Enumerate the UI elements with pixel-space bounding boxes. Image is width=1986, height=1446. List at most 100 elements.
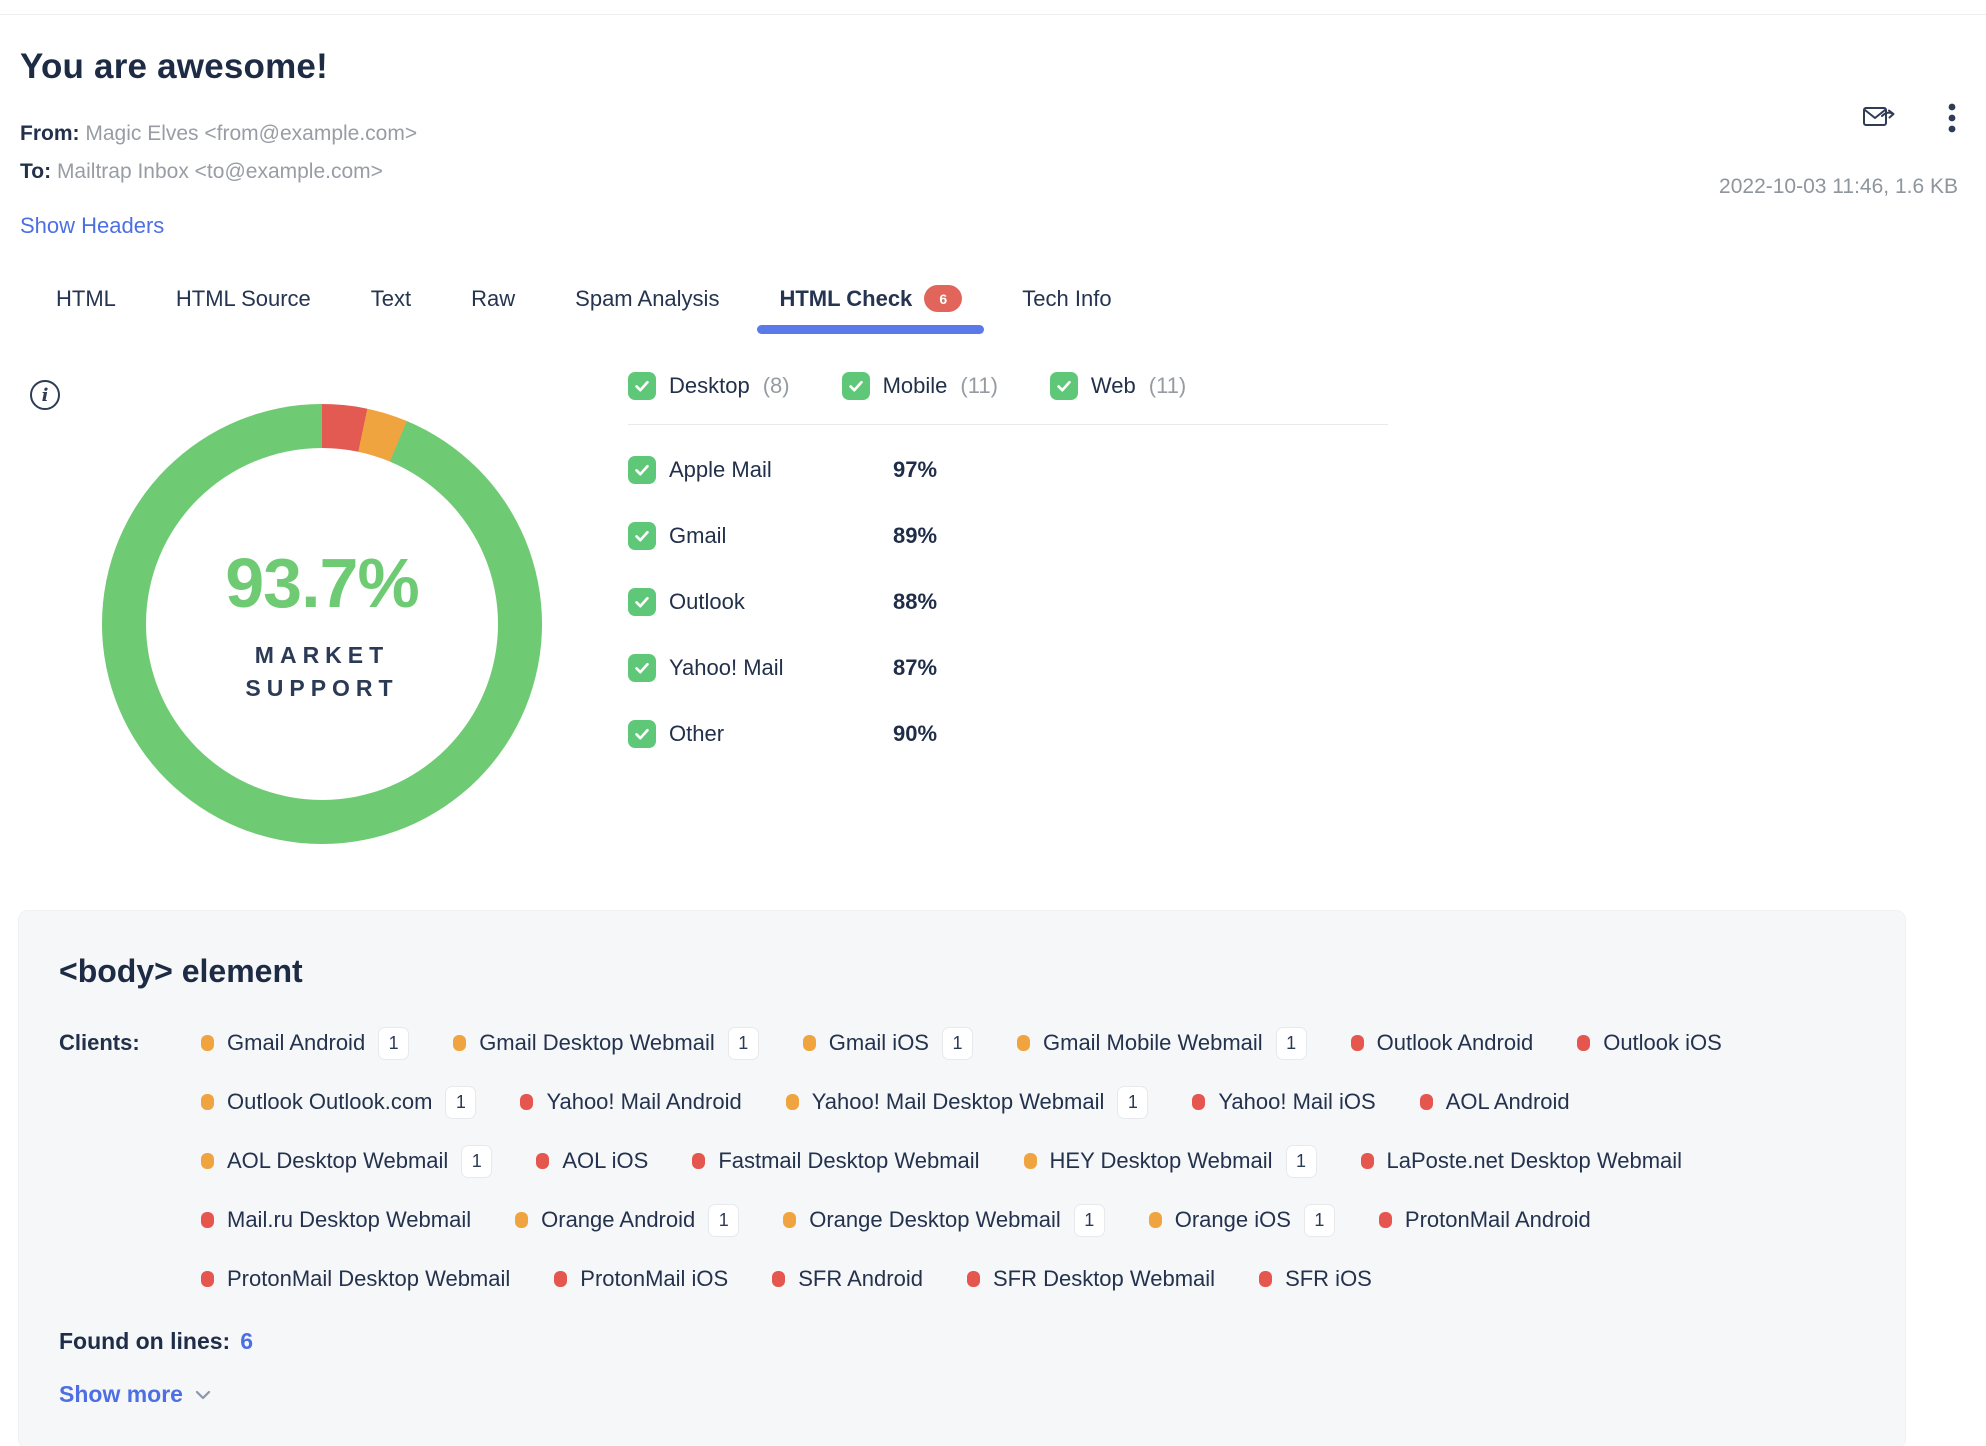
client-support-percent: 97% <box>893 457 938 482</box>
chip-client-name: Outlook Android <box>1376 1030 1534 1055</box>
checkbox-checked[interactable] <box>1049 372 1078 400</box>
chip-client-name: HEY Desktop Webmail <box>1049 1148 1273 1173</box>
market-support-caption: MARKET SUPPORT <box>245 639 398 706</box>
chip-client-name: ProtonMail iOS <box>580 1266 729 1291</box>
error-dot-icon <box>772 1271 786 1287</box>
checkbox-checked[interactable] <box>628 720 656 748</box>
info-icon[interactable]: i <box>30 380 60 410</box>
filter-label: Mobile <box>882 373 948 398</box>
client-chip-orange-android: Orange Android 1 <box>515 1203 740 1237</box>
chip-client-name: AOL Android <box>1445 1089 1570 1114</box>
client-name: Outlook <box>669 589 745 614</box>
found-on-lines: Found on lines: 6 <box>59 1328 1865 1355</box>
error-dot-icon <box>201 1212 214 1228</box>
client-chip-sfr-ios: SFR iOS <box>1259 1262 1372 1296</box>
support-client-label: Gmail <box>628 522 893 550</box>
forward-email-icon[interactable] <box>1862 104 1896 132</box>
chevron-down-icon <box>195 1390 211 1399</box>
tab-label: Spam Analysis <box>575 286 720 311</box>
issue-title: <body> element <box>59 953 303 989</box>
from-row: From: Magic Elves <from@example.com> <box>20 115 1960 153</box>
tab-html-source[interactable]: HTML Source <box>146 270 341 334</box>
show-more-button[interactable]: Show more <box>59 1381 211 1408</box>
more-options-kebab-icon[interactable] <box>1948 102 1956 134</box>
tab-spam-analysis[interactable]: Spam Analysis <box>545 270 749 334</box>
warning-dot-icon <box>515 1212 529 1228</box>
chip-issue-count: 1 <box>445 1085 477 1119</box>
email-subject: You are awesome! <box>20 47 328 86</box>
filter-label: Desktop <box>669 373 750 398</box>
checkbox-checked[interactable] <box>628 456 656 484</box>
client-chip-gmail-ios: Gmail iOS 1 <box>802 1026 973 1060</box>
warning-dot-icon <box>783 1212 797 1228</box>
client-chip-protonmail-ios: ProtonMail iOS <box>554 1262 728 1296</box>
warning-dot-icon <box>201 1094 214 1110</box>
from-label: From: <box>20 122 80 145</box>
filter-label: Web <box>1090 373 1136 398</box>
chip-client-name: ProtonMail Android <box>1404 1207 1591 1232</box>
client-chip-sfr-desktop-webmail: SFR Desktop Webmail <box>966 1262 1216 1296</box>
chip-client-name: AOL iOS <box>562 1148 649 1173</box>
error-dot-icon <box>201 1271 214 1287</box>
client-chip-yahoo-mail-ios: Yahoo! Mail iOS <box>1192 1085 1376 1119</box>
client-chip-mail-ru-desktop-webmail: Mail.ru Desktop Webmail <box>201 1203 471 1237</box>
chip-issue-count: 1 <box>1073 1203 1105 1237</box>
chip-client-name: Gmail Android <box>227 1030 366 1055</box>
filter-count: (11) <box>1148 373 1187 398</box>
chip-client-name: LaPoste.net Desktop Webmail <box>1386 1148 1683 1173</box>
to-row: To: Mailtrap Inbox <to@example.com> <box>20 153 1960 191</box>
checkbox-checked[interactable] <box>628 372 656 400</box>
client-chip-aol-ios: AOL iOS <box>536 1144 648 1178</box>
chip-issue-count: 1 <box>1275 1026 1307 1060</box>
chip-client-name: SFR Desktop Webmail <box>992 1266 1216 1291</box>
client-chip-protonmail-android: ProtonMail Android <box>1378 1203 1591 1237</box>
tab-html-check[interactable]: HTML Check 6 <box>749 269 992 334</box>
chip-client-name: SFR iOS <box>1285 1266 1372 1291</box>
support-client-label: Apple Mail <box>628 456 893 484</box>
filter-count: (8) <box>762 373 790 398</box>
filter-web[interactable]: Web (11) <box>1049 372 1187 400</box>
chip-client-name: ProtonMail Desktop Webmail <box>227 1266 511 1291</box>
filter-desktop[interactable]: Desktop (8) <box>628 372 790 400</box>
warning-dot-icon <box>201 1153 214 1169</box>
market-support-percentage: 93.7% <box>225 543 419 622</box>
chip-issue-count: 1 <box>1285 1144 1317 1178</box>
checkbox-checked[interactable] <box>628 522 656 550</box>
tab-text[interactable]: Text <box>341 270 441 334</box>
to-label: To: <box>20 160 52 183</box>
checkbox-checked[interactable] <box>841 372 870 400</box>
checkbox-checked[interactable] <box>628 654 656 682</box>
chip-client-name: Gmail Mobile Webmail <box>1043 1030 1263 1055</box>
error-dot-icon <box>554 1271 568 1287</box>
filter-mobile[interactable]: Mobile (11) <box>841 372 998 400</box>
warning-dot-icon <box>785 1094 799 1110</box>
chip-client-name: Yahoo! Mail iOS <box>1218 1089 1376 1114</box>
warning-dot-icon <box>201 1035 214 1051</box>
checkbox-checked[interactable] <box>628 588 656 616</box>
error-dot-icon <box>692 1153 706 1169</box>
client-support-percent: 87% <box>893 655 938 680</box>
tabs: HTML HTML Source Text Raw Spam Analysis HTML … <box>0 269 1986 334</box>
tab-html[interactable]: HTML <box>26 270 146 334</box>
error-dot-icon <box>1192 1094 1206 1110</box>
found-on-lines-value[interactable]: 6 <box>240 1328 253 1354</box>
chip-client-name: Gmail Desktop Webmail <box>479 1030 715 1055</box>
tab-label: Text <box>370 286 412 311</box>
tab-label: Tech Info <box>1022 286 1112 311</box>
market-support-chart-area: i 93.7% MARKET SUPPORT <box>0 344 628 874</box>
chip-client-name: Outlook iOS <box>1603 1030 1722 1055</box>
error-dot-icon <box>1360 1153 1374 1169</box>
client-name: Other <box>669 721 725 746</box>
tab-tech-info[interactable]: Tech Info <box>992 270 1141 334</box>
show-headers-link[interactable]: Show Headers <box>20 213 164 239</box>
top-divider <box>0 0 1986 15</box>
market-support-donut-chart: 93.7% MARKET SUPPORT <box>102 404 542 844</box>
chip-issue-count: 1 <box>1117 1085 1149 1119</box>
error-dot-icon <box>1259 1271 1273 1287</box>
tab-raw[interactable]: Raw <box>441 270 545 334</box>
caption-line-1: MARKET <box>254 641 390 668</box>
html-check-panel: i 93.7% MARKET SUPPORT Desktop (8) Mobile (… <box>0 344 1986 874</box>
chip-client-name: Gmail iOS <box>828 1030 929 1055</box>
header-actions <box>1862 102 1956 134</box>
support-row-outlook: Outlook 88% <box>628 569 1388 635</box>
